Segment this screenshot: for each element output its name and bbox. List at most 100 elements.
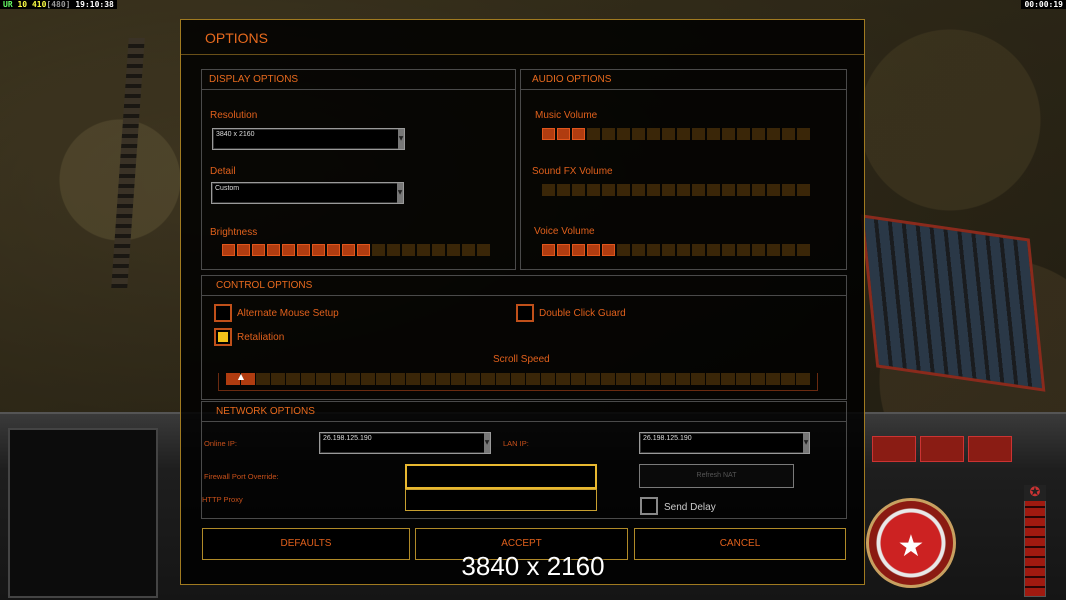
slider-step[interactable]: [752, 128, 765, 140]
refresh-nat-button[interactable]: Refresh NAT: [639, 464, 794, 488]
slider-step[interactable]: [617, 184, 630, 196]
slider-step[interactable]: [572, 184, 585, 196]
scroll-step[interactable]: [346, 373, 360, 385]
slider-step[interactable]: [557, 184, 570, 196]
scroll-step[interactable]: [586, 373, 600, 385]
slider-step[interactable]: [297, 244, 310, 256]
scroll-step[interactable]: [286, 373, 300, 385]
slider-step[interactable]: [357, 244, 370, 256]
slider-step[interactable]: [632, 244, 645, 256]
scroll-step[interactable]: [406, 373, 420, 385]
scroll-step[interactable]: [691, 373, 705, 385]
slider-step[interactable]: [372, 244, 385, 256]
slider-step[interactable]: [602, 184, 615, 196]
slider-step[interactable]: [342, 244, 355, 256]
slider-step[interactable]: [542, 128, 555, 140]
scroll-step[interactable]: [331, 373, 345, 385]
scroll-step[interactable]: [706, 373, 720, 385]
slider-step[interactable]: [797, 244, 810, 256]
scroll-step[interactable]: [661, 373, 675, 385]
slider-step[interactable]: [462, 244, 475, 256]
slider-step[interactable]: [692, 244, 705, 256]
scroll-step[interactable]: [766, 373, 780, 385]
scroll-step[interactable]: [466, 373, 480, 385]
slider-step[interactable]: [312, 244, 325, 256]
chevron-down-icon[interactable]: ▼: [398, 129, 404, 149]
scroll-step[interactable]: [751, 373, 765, 385]
scroll-step[interactable]: [571, 373, 585, 385]
send-delay-checkbox[interactable]: [640, 497, 658, 515]
slider-step[interactable]: [282, 244, 295, 256]
slider-step[interactable]: [647, 184, 660, 196]
chevron-down-icon[interactable]: ▼: [397, 183, 403, 203]
slider-step[interactable]: [327, 244, 340, 256]
slider-step[interactable]: [662, 184, 675, 196]
slider-step[interactable]: [782, 184, 795, 196]
scroll-step[interactable]: [481, 373, 495, 385]
slider-step[interactable]: [557, 128, 570, 140]
scroll-step[interactable]: [736, 373, 750, 385]
lan-ip-dropdown[interactable]: 26.198.125.190 ▼: [639, 432, 810, 454]
scroll-step[interactable]: [556, 373, 570, 385]
slider-step[interactable]: [677, 184, 690, 196]
slider-step[interactable]: [222, 244, 235, 256]
slider-step[interactable]: [572, 244, 585, 256]
scroll-step[interactable]: [496, 373, 510, 385]
slider-step[interactable]: [602, 128, 615, 140]
slider-step[interactable]: [417, 244, 430, 256]
scroll-step[interactable]: [631, 373, 645, 385]
http-proxy-input[interactable]: [405, 489, 597, 511]
slider-step[interactable]: [722, 128, 735, 140]
slider-step[interactable]: [752, 184, 765, 196]
music-volume-slider[interactable]: [542, 128, 810, 140]
firewall-port-input[interactable]: [405, 464, 597, 490]
slider-step[interactable]: [707, 184, 720, 196]
online-ip-dropdown[interactable]: 26.198.125.190 ▼: [319, 432, 491, 454]
slider-step[interactable]: [737, 128, 750, 140]
retaliation-checkbox[interactable]: [214, 328, 232, 346]
scroll-step[interactable]: [796, 373, 810, 385]
slider-step[interactable]: [677, 128, 690, 140]
slider-step[interactable]: [542, 244, 555, 256]
slider-step[interactable]: [647, 244, 660, 256]
slider-step[interactable]: [782, 128, 795, 140]
scroll-step[interactable]: [316, 373, 330, 385]
slider-step[interactable]: [557, 244, 570, 256]
double-click-guard-checkbox[interactable]: [516, 304, 534, 322]
slider-step[interactable]: [432, 244, 445, 256]
slider-step[interactable]: [752, 244, 765, 256]
slider-step[interactable]: [797, 184, 810, 196]
slider-step[interactable]: [447, 244, 460, 256]
slider-step[interactable]: [692, 128, 705, 140]
slider-step[interactable]: [632, 128, 645, 140]
slider-step[interactable]: [542, 184, 555, 196]
slider-step[interactable]: [737, 184, 750, 196]
chevron-down-icon[interactable]: ▼: [803, 433, 809, 453]
slider-step[interactable]: [387, 244, 400, 256]
scroll-step[interactable]: [616, 373, 630, 385]
slider-step[interactable]: [402, 244, 415, 256]
slider-step[interactable]: [572, 128, 585, 140]
slider-step[interactable]: [737, 244, 750, 256]
scroll-step[interactable]: [421, 373, 435, 385]
slider-step[interactable]: [617, 244, 630, 256]
scroll-step[interactable]: [541, 373, 555, 385]
scroll-step[interactable]: [256, 373, 270, 385]
chevron-down-icon[interactable]: ▼: [484, 433, 490, 453]
scroll-step[interactable]: [301, 373, 315, 385]
scroll-step[interactable]: [271, 373, 285, 385]
slider-step[interactable]: [587, 244, 600, 256]
slider-step[interactable]: [647, 128, 660, 140]
scroll-step[interactable]: [376, 373, 390, 385]
command-tab-1[interactable]: [872, 436, 916, 462]
scroll-step[interactable]: [601, 373, 615, 385]
scroll-step[interactable]: [361, 373, 375, 385]
sound-fx-volume-slider[interactable]: [542, 184, 810, 196]
detail-dropdown[interactable]: Custom ▼: [211, 182, 404, 204]
scroll-step[interactable]: [451, 373, 465, 385]
slider-step[interactable]: [722, 184, 735, 196]
voice-volume-slider[interactable]: [542, 244, 810, 256]
slider-step[interactable]: [587, 128, 600, 140]
slider-step[interactable]: [797, 128, 810, 140]
slider-step[interactable]: [692, 184, 705, 196]
